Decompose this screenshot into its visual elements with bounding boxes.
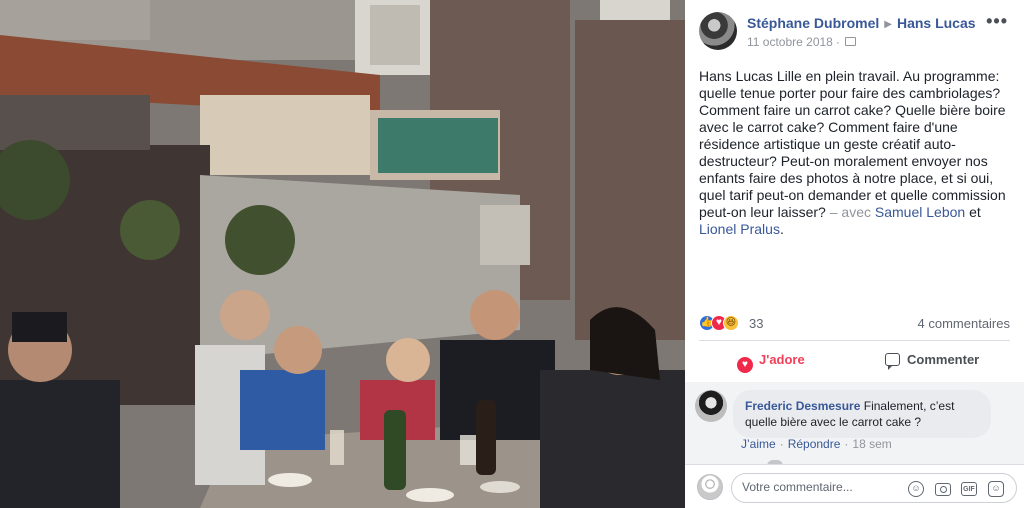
commenter-name[interactable]: Frederic Desmesure <box>745 399 860 413</box>
author-avatar[interactable] <box>699 12 737 50</box>
comment-input-box[interactable]: ☺ GIF ☺ <box>731 473 1017 503</box>
comment-sep-2: · <box>844 437 849 451</box>
divider-top <box>699 340 1010 341</box>
comment-composer: ☺ GIF ☺ <box>685 464 1024 508</box>
comment-button-label: Commenter <box>907 352 980 367</box>
comment-button[interactable]: Commenter <box>885 352 980 370</box>
privacy-icon[interactable] <box>844 37 856 46</box>
tag-samuel-lebon[interactable]: Samuel Lebon <box>875 204 965 220</box>
comment-time[interactable]: 18 sem <box>852 437 891 451</box>
post-side-panel: Stéphane Dubromel ▶ Hans Lucas 11 octobre … <box>685 0 1024 508</box>
author-name[interactable]: Stéphane Dubromel <box>747 15 879 31</box>
tag-lionel-pralus[interactable]: Lionel Pralus <box>699 221 780 237</box>
triangle-right-icon: ▶ <box>884 19 892 30</box>
current-user-avatar <box>697 474 723 500</box>
sticker-icon[interactable]: ☺ <box>988 481 1004 497</box>
post-date[interactable]: 11 octobre 2018 <box>747 35 833 49</box>
post-text-with: – avec <box>825 204 875 220</box>
reaction-count[interactable]: 33 <box>749 316 763 331</box>
more-options-icon[interactable]: ••• <box>986 12 1008 30</box>
haha-reaction-icon: 😆 <box>723 315 739 331</box>
reactions-bar: 👍 ♥ 😆 33 4 commentaires <box>699 314 1010 334</box>
photo-illustration <box>0 0 685 508</box>
comment-input[interactable] <box>742 480 902 494</box>
commenter-avatar[interactable] <box>695 390 727 422</box>
target-page-name[interactable]: Hans Lucas <box>897 15 976 31</box>
comment-bubble-icon <box>885 353 900 370</box>
action-bar: ♥ J'adore Commenter <box>699 344 1010 380</box>
camera-icon[interactable] <box>935 483 951 496</box>
comment-like-link[interactable]: J’aime <box>741 437 776 451</box>
post-header: Stéphane Dubromel ▶ Hans Lucas 11 octobre … <box>699 12 1014 52</box>
comment-sep-1: · <box>779 437 784 451</box>
post-text-main: Hans Lucas Lille en plein travail. Au pr… <box>699 68 1006 220</box>
heart-icon: ♥ <box>737 357 753 373</box>
emoji-icon[interactable]: ☺ <box>908 481 924 497</box>
post-photo[interactable] <box>0 0 685 508</box>
post-text-and: et <box>965 204 981 220</box>
comment-count[interactable]: 4 commentaires <box>918 316 1010 331</box>
post-text: Hans Lucas Lille en plein travail. Au pr… <box>699 68 1019 238</box>
love-button-label: J'adore <box>759 352 805 367</box>
comment-bubble: Frederic Desmesure Finalement, c’est que… <box>733 390 991 438</box>
gif-icon[interactable]: GIF <box>961 482 977 496</box>
meta-dot: · <box>835 35 840 49</box>
comment-actions: J’aime · Répondre · 18 sem <box>741 437 892 451</box>
facebook-photo-viewer: Stéphane Dubromel ▶ Hans Lucas 11 octobre … <box>0 0 1024 508</box>
author-line: Stéphane Dubromel ▶ Hans Lucas <box>747 15 976 31</box>
post-meta: 11 octobre 2018 · <box>747 35 856 49</box>
post-text-end: . <box>779 221 784 237</box>
comment-reply-link[interactable]: Répondre <box>788 437 841 451</box>
love-button[interactable]: ♥ J'adore <box>737 352 805 373</box>
